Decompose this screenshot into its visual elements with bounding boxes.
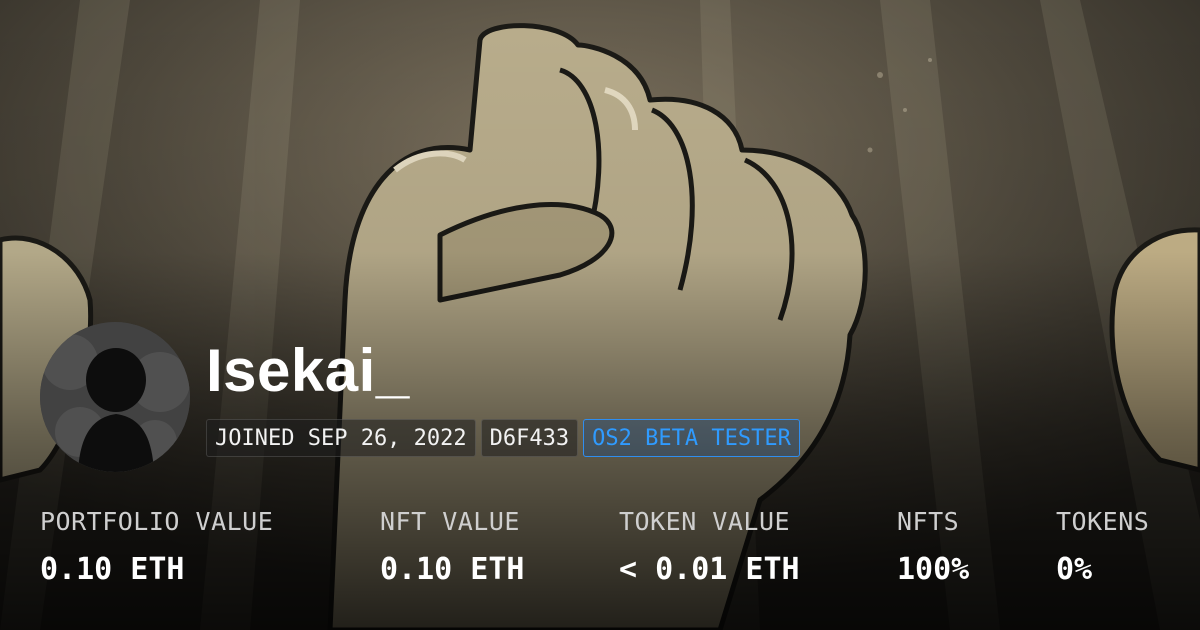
stat-label: TOKENS [1056, 507, 1150, 536]
stat-label: PORTFOLIO VALUE [40, 507, 274, 536]
stat-value: 100% [897, 552, 970, 587]
stat-label: NFT VALUE [380, 507, 520, 536]
stat-nfts-share: NFTS 100% [897, 506, 969, 590]
stat-portfolio-value: PORTFOLIO VALUE 0.10 ETH [40, 506, 273, 590]
stat-label: TOKEN VALUE [619, 507, 791, 536]
stat-value: 0.10 ETH [40, 552, 185, 587]
username: Isekai_ [206, 337, 410, 404]
stat-value: < 0.01 ETH [619, 552, 800, 587]
profile-badges: JOINED SEP 26, 2022 D6F433 OS2 BETA TEST… [206, 419, 800, 457]
avatar[interactable] [40, 322, 190, 472]
stat-token-value: TOKEN VALUE < 0.01 ETH [619, 506, 800, 590]
stat-value: 0.10 ETH [380, 552, 525, 587]
user-silhouette-icon [40, 322, 190, 472]
stat-label: NFTS [897, 507, 960, 536]
wallet-address-badge[interactable]: D6F433 [480, 419, 579, 457]
profile-share-card: Isekai_ JOINED SEP 26, 2022 D6F433 OS2 B… [0, 0, 1200, 630]
beta-tester-badge: OS2 BETA TESTER [583, 419, 800, 457]
joined-date-badge: JOINED SEP 26, 2022 [206, 419, 476, 457]
stat-value: 0% [1056, 552, 1093, 587]
stat-nft-value: NFT VALUE 0.10 ETH [380, 506, 525, 590]
stat-tokens-share: TOKENS 0% [1056, 506, 1149, 590]
